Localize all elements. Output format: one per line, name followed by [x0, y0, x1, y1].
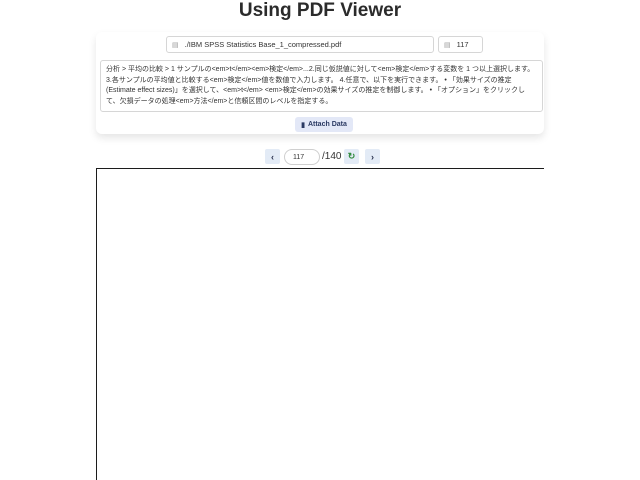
file-path-value: ./IBM SPSS Statistics Base_1_compressed.… [184, 40, 342, 49]
search-text-area[interactable]: 分析 > 平均の比較 > 1 サンプルの<em>t</em><em>検定</em… [100, 60, 543, 112]
pdf-viewer-page: Using PDF Viewer ▤ ./IBM SPSS Statistics… [0, 0, 640, 480]
page-navigation: ‹ 117 /140 ↻ › [0, 149, 640, 165]
attach-data-button[interactable]: ▮ Attach Data [295, 117, 353, 132]
page-number-value: 117 [456, 40, 469, 49]
file-icon: ▤ [172, 41, 179, 49]
reload-button[interactable]: ↻ [344, 149, 359, 164]
next-page-button[interactable]: › [365, 149, 380, 164]
chevron-left-icon: ‹ [271, 151, 274, 162]
chevron-right-icon: › [371, 151, 374, 162]
total-pages-label: /140 [322, 151, 342, 162]
previous-page-button[interactable]: ‹ [265, 149, 280, 164]
current-page-input[interactable]: 117 [284, 149, 320, 165]
page-title: Using PDF Viewer [238, 0, 402, 21]
document-icon: ▮ [301, 121, 305, 129]
attach-data-label: Attach Data [307, 121, 347, 128]
file-path-input[interactable]: ▤ ./IBM SPSS Statistics Base_1_compresse… [166, 36, 434, 53]
page-number-input[interactable]: ▤ 117 [438, 36, 483, 53]
pdf-render-area[interactable] [96, 168, 544, 480]
page-icon: ▤ [444, 41, 451, 49]
reload-icon: ↻ [347, 151, 356, 161]
